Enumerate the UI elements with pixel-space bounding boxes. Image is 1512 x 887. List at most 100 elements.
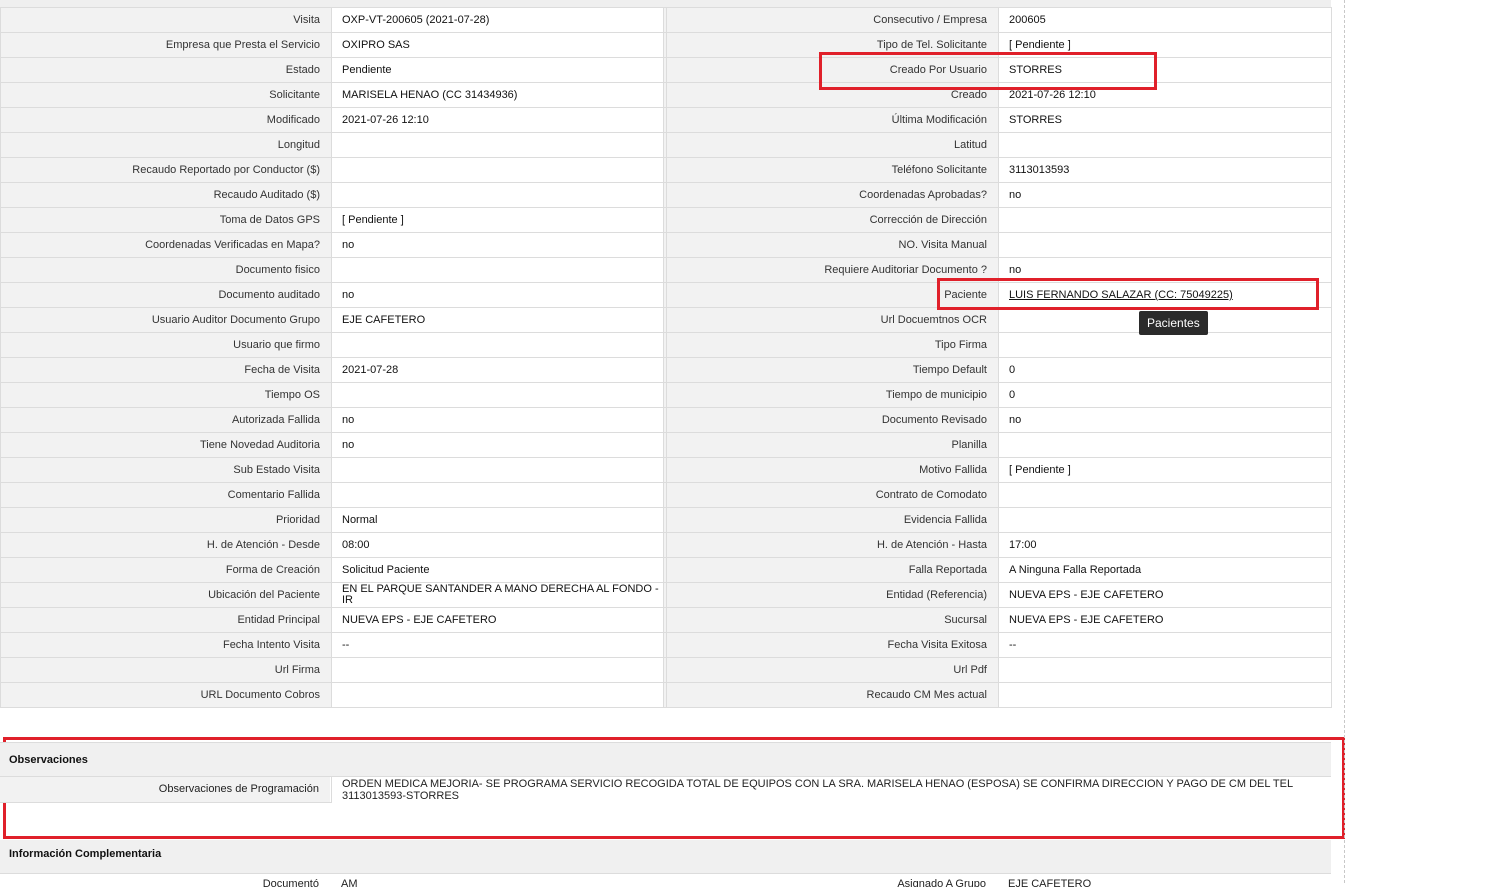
field-label: Corrección de Dirección <box>666 207 999 233</box>
field-value: STORRES <box>998 57 1332 83</box>
detail-row: Forma de Creación Solicitud Paciente Falla… <box>0 557 1332 583</box>
field-value: -- <box>998 632 1332 658</box>
partial-value-1: AM <box>341 878 358 887</box>
field-value: EJE CAFETERO <box>331 307 664 333</box>
field-value: no <box>998 257 1332 283</box>
field-label: Planilla <box>666 432 999 458</box>
detail-row: Comentario Fallida Contrato de Comodato <box>0 482 1332 508</box>
field-value: [ Pendiente ] <box>998 457 1332 483</box>
field-label: Tipo de Tel. Solicitante <box>666 32 999 58</box>
field-label: Tipo Firma <box>666 332 999 358</box>
field-value <box>998 232 1332 258</box>
field-value: OXP-VT-200605 (2021-07-28) <box>331 7 664 33</box>
info-complementaria-partial-row: Documentó AM Asignado A Grupo EJE CAFETE… <box>0 875 1331 887</box>
field-label: Documento fisico <box>0 257 332 283</box>
field-label: Usuario Auditor Documento Grupo <box>0 307 332 333</box>
field-value: 17:00 <box>998 532 1332 558</box>
detail-row: Visita OXP-VT-200605 (2021-07-28) Consecut… <box>0 7 1332 33</box>
detail-row: Fecha de Visita 2021-07-28 Tiempo Default… <box>0 357 1332 383</box>
field-label: NO. Visita Manual <box>666 232 999 258</box>
field-label: Recaudo CM Mes actual <box>666 682 999 708</box>
field-label: Coordenadas Verificadas en Mapa? <box>0 232 332 258</box>
paciente-link[interactable]: LUIS FERNANDO SALAZAR (CC: 75049225) <box>1009 289 1233 301</box>
detail-row: Autorizada Fallida no Documento Revisado … <box>0 407 1332 433</box>
field-value: 2021-07-28 <box>331 357 664 383</box>
detail-row: Url Firma Url Pdf <box>0 657 1332 683</box>
field-value: NUEVA EPS - EJE CAFETERO <box>998 582 1332 608</box>
field-label: Teléfono Solicitante <box>666 157 999 183</box>
field-value: NUEVA EPS - EJE CAFETERO <box>998 607 1332 633</box>
field-value <box>331 682 664 708</box>
field-label: Estado <box>0 57 332 83</box>
field-label: Falla Reportada <box>666 557 999 583</box>
detail-row: Longitud Latitud <box>0 132 1332 158</box>
detail-row: Recaudo Auditado ($) Coordenadas Aprobada… <box>0 182 1332 208</box>
field-value <box>331 482 664 508</box>
field-value <box>331 657 664 683</box>
field-label: Documento Revisado <box>666 407 999 433</box>
field-value: Pendiente <box>331 57 664 83</box>
field-label: Motivo Fallida <box>666 457 999 483</box>
field-label: Tiempo de municipio <box>666 382 999 408</box>
detail-row: Documento auditado no Paciente LUIS FERNAN… <box>0 282 1332 308</box>
field-value: A Ninguna Falla Reportada <box>998 557 1332 583</box>
field-value: 2021-07-26 12:10 <box>998 82 1332 108</box>
field-label: Prioridad <box>0 507 332 533</box>
observaciones-row: Observaciones de Programación ORDEN MEDI… <box>0 777 1332 803</box>
detail-row: Tiempo OS Tiempo de municipio 0 <box>0 382 1332 408</box>
field-value: no <box>331 232 664 258</box>
field-value <box>998 682 1332 708</box>
field-label: Documento auditado <box>0 282 332 308</box>
field-value <box>998 332 1332 358</box>
info-complementaria-header: Información Complementaria <box>0 840 1331 874</box>
detail-row: Estado Pendiente Creado Por Usuario STORRES <box>0 57 1332 83</box>
field-label: Tiempo Default <box>666 357 999 383</box>
field-label: Toma de Datos GPS <box>0 207 332 233</box>
field-value <box>998 432 1332 458</box>
field-label: URL Documento Cobros <box>0 682 332 708</box>
detail-row: Sub Estado Visita Motivo Fallida[ Pendien… <box>0 457 1332 483</box>
field-label: Comentario Fallida <box>0 482 332 508</box>
field-value: no <box>331 407 664 433</box>
field-value: NUEVA EPS - EJE CAFETERO <box>331 607 664 633</box>
field-value: [ Pendiente ] <box>331 207 664 233</box>
field-value <box>331 382 664 408</box>
field-value: MARISELA HENAO (CC 31434936) <box>331 82 664 108</box>
observaciones-label: Observaciones de Programación <box>0 777 330 802</box>
detail-row: Documento fisico Requiere Auditoriar Docu… <box>0 257 1332 283</box>
field-value: LUIS FERNANDO SALAZAR (CC: 75049225) <box>998 282 1332 308</box>
detail-row: Toma de Datos GPS[ Pendiente ] Corrección… <box>0 207 1332 233</box>
field-label: Ubicación del Paciente <box>0 582 332 608</box>
field-label: Entidad (Referencia) <box>666 582 999 608</box>
field-value <box>998 207 1332 233</box>
field-value: [ Pendiente ] <box>998 32 1332 58</box>
field-value <box>331 182 664 208</box>
field-label: Forma de Creación <box>0 557 332 583</box>
detail-row: Tiene Novedad Auditoria no Planilla <box>0 432 1332 458</box>
field-value: no <box>998 407 1332 433</box>
info-complementaria-title: Información Complementaria <box>9 848 162 860</box>
partial-value-2: EJE CAFETERO <box>1008 878 1092 887</box>
field-value: Solicitud Paciente <box>331 557 664 583</box>
field-label: Paciente <box>666 282 999 308</box>
field-value: 08:00 <box>331 532 664 558</box>
observaciones-header: Observaciones <box>0 742 1331 777</box>
field-label: Creado Por Usuario <box>666 57 999 83</box>
field-value: no <box>331 282 664 308</box>
field-label: Recaudo Reportado por Conductor ($) <box>0 157 332 183</box>
detail-row: Recaudo Reportado por Conductor ($) Teléf… <box>0 157 1332 183</box>
field-label: Tiene Novedad Auditoria <box>0 432 332 458</box>
field-value: 0 <box>998 357 1332 383</box>
field-value: 200605 <box>998 7 1332 33</box>
detail-row: Fecha Intento Visita -- Fecha Visita Exit… <box>0 632 1332 658</box>
field-label: Sub Estado Visita <box>0 457 332 483</box>
field-value <box>998 482 1332 508</box>
field-label: Evidencia Fallida <box>666 507 999 533</box>
field-label: Sucursal <box>666 607 999 633</box>
field-label: Fecha de Visita <box>0 357 332 383</box>
field-label: Fecha Visita Exitosa <box>666 632 999 658</box>
field-label: Última Modificación <box>666 107 999 133</box>
field-label: Fecha Intento Visita <box>0 632 332 658</box>
field-label: Autorizada Fallida <box>0 407 332 433</box>
field-label: Solicitante <box>0 82 332 108</box>
